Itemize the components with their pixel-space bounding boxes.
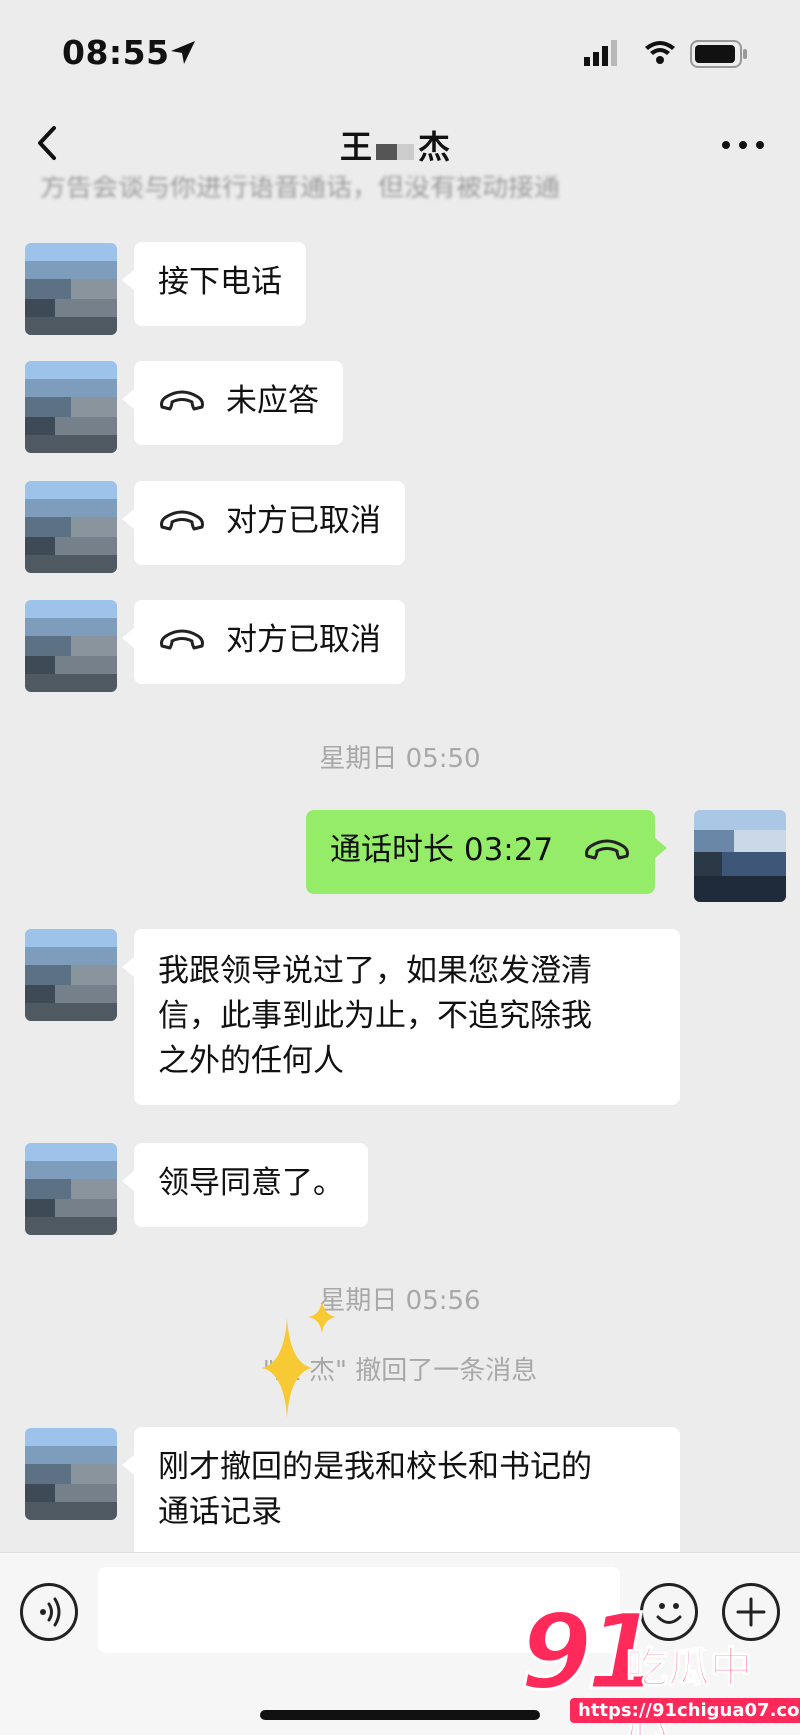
contact-avatar[interactable]: [25, 1143, 117, 1235]
sparkle-icon: [308, 1300, 336, 1334]
contact-avatar[interactable]: [25, 929, 117, 1021]
signal-icon: [584, 40, 617, 66]
voice-input-icon[interactable]: [20, 1583, 78, 1641]
message-line: 之外的任何人: [158, 1043, 344, 1079]
battery-icon: [690, 40, 747, 68]
call-status-text: 对方已取消: [226, 503, 381, 539]
home-indicator[interactable]: [260, 1710, 540, 1720]
call-status-text: 未应答: [226, 383, 319, 419]
call-status-text: 对方已取消: [226, 622, 381, 658]
chat-title: 王 杰: [340, 122, 450, 168]
message-recalled-notice: "王 杰" 撤回了一条消息: [262, 1356, 538, 1386]
message-line: 通话记录: [158, 1494, 282, 1530]
redaction-block: [376, 144, 415, 160]
my-call-record-bubble[interactable]: 通话时长 03:27: [306, 810, 668, 894]
call-record-bubble[interactable]: 对方已取消: [122, 600, 405, 684]
my-avatar[interactable]: [694, 810, 786, 902]
phone-hangup-icon: [585, 839, 630, 859]
watermark-logo: 91 吃瓜中心 https://91chigua07.com: [519, 1599, 800, 1735]
message-bubble[interactable]: 接下电话: [122, 242, 306, 326]
status-bar: 08:55: [0, 0, 800, 100]
message-text: 接下电话: [158, 264, 282, 300]
message-bubble[interactable]: 领导同意了。: [122, 1143, 368, 1227]
call-record-bubble[interactable]: 对方已取消: [122, 481, 405, 565]
chat-title-suffix: 杰: [418, 128, 451, 166]
contact-avatar[interactable]: [25, 243, 117, 335]
contact-avatar[interactable]: [25, 481, 117, 573]
chat-timestamp: 星期日 05:50: [319, 744, 481, 774]
message-bubble[interactable]: 刚才撤回的是我和校长和书记的 通话记录: [122, 1427, 680, 1552]
phone-hangup-icon: [160, 390, 204, 410]
contact-avatar[interactable]: [25, 600, 117, 692]
phone-hangup-icon: [160, 510, 204, 530]
chat-timestamp: 星期日 05:56: [319, 1286, 481, 1316]
obscured-system-banner: 方告会谈与你进行语音通话，但没有被动接通: [40, 176, 561, 200]
message-line: 信，此事到此为止，不追究除我: [158, 998, 592, 1034]
wifi-icon: [645, 41, 675, 64]
message-line: 刚才撤回的是我和校长和书记的: [158, 1449, 592, 1485]
call-duration-text: 通话时长 03:27: [330, 832, 554, 868]
sparkle-icon: [262, 1318, 312, 1418]
chat-title-prefix: 王: [340, 128, 373, 166]
message-text: 领导同意了。: [158, 1165, 344, 1201]
watermark-url: https://91chigua07.com: [570, 1698, 800, 1723]
message-line: 我跟领导说过了，如果您发澄清: [158, 953, 592, 989]
contact-avatar[interactable]: [25, 1428, 117, 1520]
location-arrow-icon: [171, 41, 195, 64]
message-bubble[interactable]: 我跟领导说过了，如果您发澄清 信，此事到此为止，不追究除我 之外的任何人: [122, 929, 680, 1105]
more-dots-icon[interactable]: [718, 130, 768, 160]
back-chevron-icon[interactable]: [22, 118, 72, 168]
phone-hangup-icon: [160, 629, 204, 649]
contact-avatar[interactable]: [25, 361, 117, 453]
call-record-bubble[interactable]: 未应答: [122, 361, 343, 445]
status-time: 08:55: [62, 33, 170, 72]
